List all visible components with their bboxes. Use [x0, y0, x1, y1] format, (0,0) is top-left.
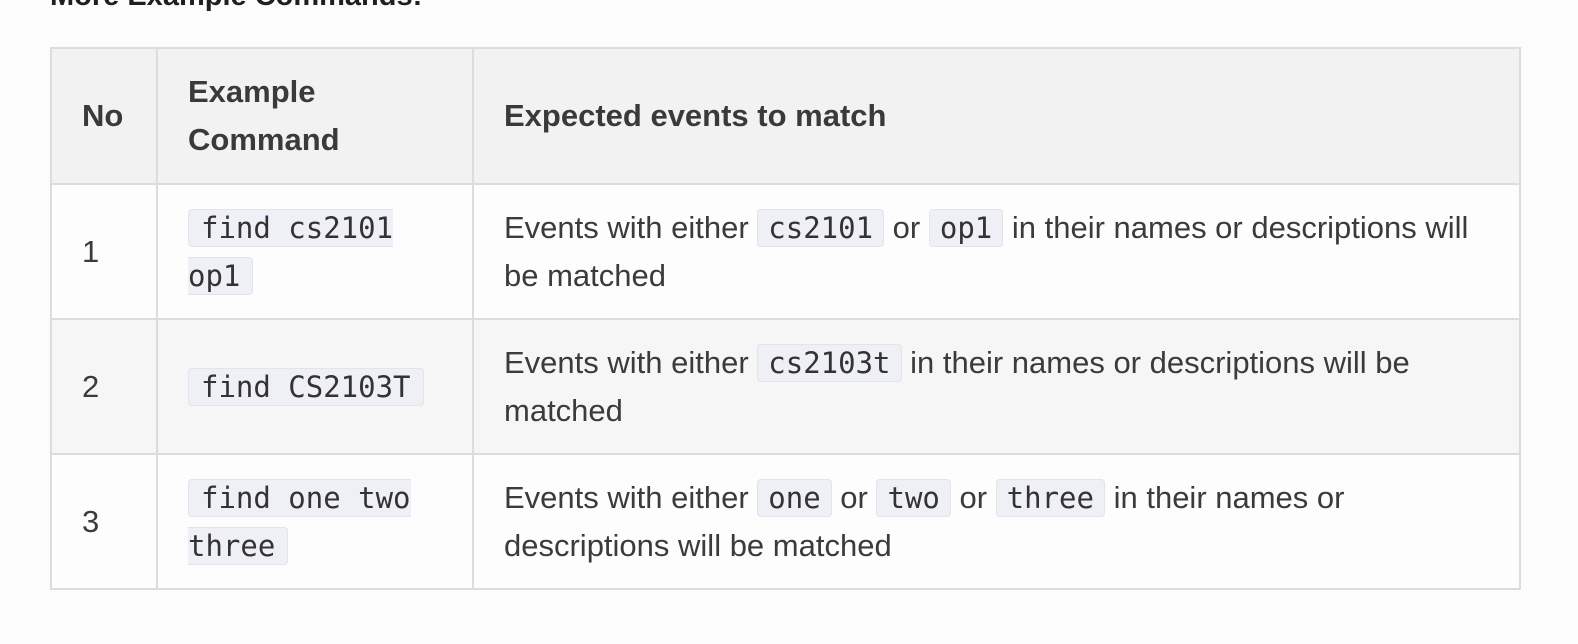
table-row: 2 find CS2103T Events with either cs2103t …	[50, 318, 1521, 455]
keyword-code: op1	[928, 208, 1004, 247]
keyword-code: cs2103t	[757, 343, 902, 382]
command-code: find one two three	[188, 478, 411, 565]
cell-expected-events: Events with either one or two or three i…	[472, 453, 1521, 590]
section-heading: More Example Commands:	[50, 0, 422, 15]
cell-expected-events: Events with either cs2103t in their name…	[472, 318, 1521, 455]
example-commands-table: No Example Command Expected events to ma…	[50, 47, 1521, 590]
table-row: 1 find cs2101 op1 Events with either cs210…	[50, 183, 1521, 320]
header-no: No	[50, 47, 158, 185]
table-header-row: No Example Command Expected events to ma…	[50, 47, 1521, 185]
cell-example-command: find one two three	[156, 453, 474, 590]
keyword-code: three	[995, 478, 1105, 517]
command-code: find CS2103T	[188, 367, 424, 406]
cell-example-command: find cs2101 op1	[156, 183, 474, 320]
header-example-command: Example Command	[156, 47, 474, 185]
command-code: find cs2101 op1	[188, 208, 394, 295]
keyword-code: two	[876, 478, 951, 517]
cell-no: 1	[50, 183, 158, 320]
cell-expected-events: Events with either cs2101 or op1 in thei…	[472, 183, 1521, 320]
keyword-code: one	[757, 478, 832, 517]
cell-no: 3	[50, 453, 158, 590]
table-row: 3 find one two three Events with either on…	[50, 453, 1521, 590]
header-expected-events: Expected events to match	[472, 47, 1521, 185]
cell-no: 2	[50, 318, 158, 455]
cell-example-command: find CS2103T	[156, 318, 474, 455]
keyword-code: cs2101	[757, 208, 885, 247]
